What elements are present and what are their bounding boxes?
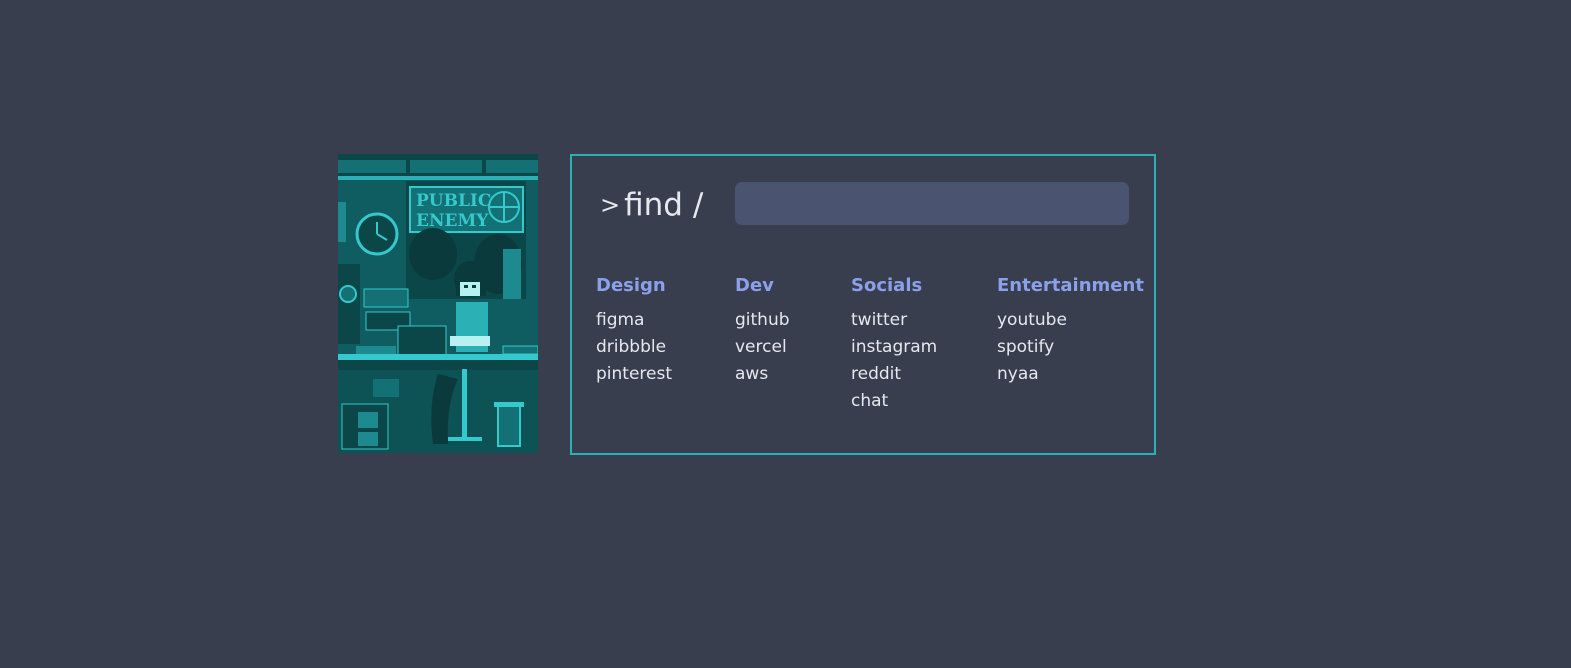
link-figma[interactable]: figma (596, 307, 672, 334)
start-page: PUBLIC ENEMY > find / Design figma dribb… (0, 0, 1571, 668)
link-nyaa[interactable]: nyaa (997, 361, 1144, 388)
column-entertainment: Entertainment youtube spotify nyaa (997, 274, 1144, 388)
column-title-socials: Socials (851, 275, 923, 296)
link-instagram[interactable]: instagram (851, 334, 937, 361)
launcher-panel: > find / Design figma dribbble pinterest … (570, 154, 1156, 455)
link-github[interactable]: github (735, 307, 790, 334)
link-spotify[interactable]: spotify (997, 334, 1144, 361)
link-dribbble[interactable]: dribbble (596, 334, 672, 361)
pixel-art-image: PUBLIC ENEMY (338, 154, 538, 453)
column-dev: Dev github vercel aws (735, 274, 790, 388)
chevron-right-icon: > (600, 191, 621, 219)
link-aws[interactable]: aws (735, 361, 790, 388)
column-title-entertainment: Entertainment (997, 275, 1144, 296)
link-chat[interactable]: chat (851, 388, 937, 415)
link-youtube[interactable]: youtube (997, 307, 1144, 334)
column-socials: Socials twitter instagram reddit chat (851, 274, 937, 415)
column-design: Design figma dribbble pinterest (596, 274, 672, 388)
poster-text-bottom: ENEMY (416, 211, 489, 231)
column-title-dev: Dev (735, 275, 774, 296)
link-twitter[interactable]: twitter (851, 307, 937, 334)
link-vercel[interactable]: vercel (735, 334, 790, 361)
link-pinterest[interactable]: pinterest (596, 361, 672, 388)
search-prompt: > find / (600, 185, 703, 227)
pixel-art-illustration: PUBLIC ENEMY (338, 154, 538, 453)
search-input[interactable] (735, 182, 1129, 225)
poster-text-top: PUBLIC (416, 191, 491, 211)
column-title-design: Design (596, 275, 666, 296)
link-reddit[interactable]: reddit (851, 361, 937, 388)
search-prompt-label: find / (624, 187, 704, 223)
